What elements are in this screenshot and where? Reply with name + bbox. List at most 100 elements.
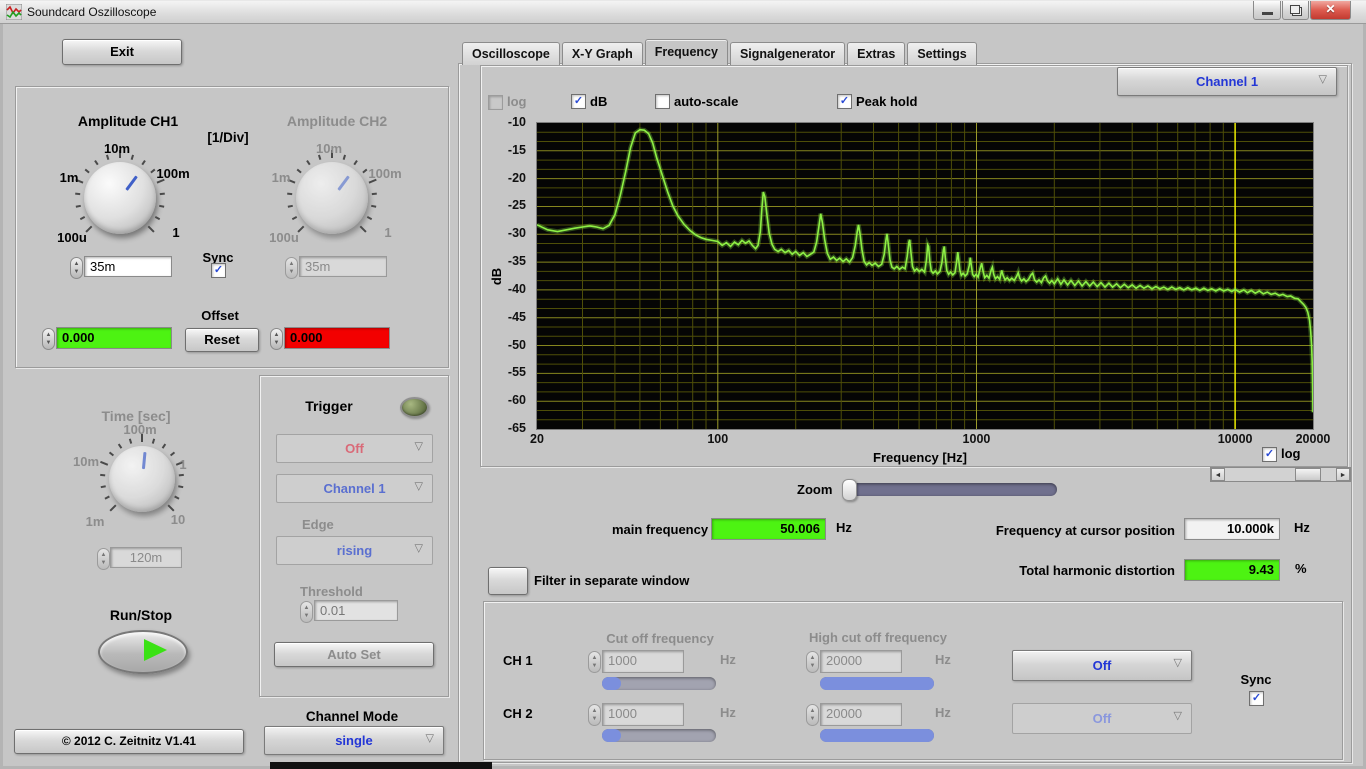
amplitude-ch2-value[interactable]: 35m (299, 256, 387, 277)
autoscale-checkbox[interactable] (655, 94, 670, 109)
ch1-filter-mode-dropdown[interactable]: Off ▽ (1012, 650, 1192, 681)
y-tick-label: -25 (507, 198, 526, 213)
copyright-bar: © 2012 C. Zeitnitz V1.41 (14, 729, 244, 754)
knob-tick-label: 1 (179, 457, 187, 472)
close-button[interactable]: ✕ (1310, 1, 1351, 20)
tab-signalgenerator[interactable]: Signalgenerator (729, 42, 846, 65)
peakhold-checkbox-label: Peak hold (856, 94, 918, 109)
channel-mode-dropdown[interactable]: single ▽ (264, 726, 444, 755)
ch2-cutoff-unit: Hz (720, 705, 736, 720)
highcut-header: High cut off frequency (809, 630, 947, 645)
time-value[interactable]: 120m (110, 547, 182, 568)
ch2-highcut-value[interactable]: 20000 (820, 703, 902, 726)
graph-scrollbar[interactable]: ◄ ► (1210, 467, 1351, 482)
knob-tick-label: 100m (368, 166, 402, 181)
ch1-cutoff-value[interactable]: 1000 (602, 650, 684, 673)
autoscale-checkbox-label: auto-scale (674, 94, 739, 109)
y-tick-label: -45 (507, 309, 526, 324)
channel-select-dropdown[interactable]: Channel 1 ▽ (1117, 67, 1337, 96)
log-checkbox-label: log (507, 94, 527, 109)
y-tick-label: -40 (507, 281, 526, 296)
exit-button[interactable]: Exit (62, 39, 182, 65)
ch1-highcut-spinner[interactable]: ▲ ▼ (806, 651, 819, 673)
ch1-cutoff-spinner[interactable]: ▲ ▼ (588, 651, 601, 673)
chevron-down-icon: ▽ (425, 731, 434, 744)
ch1-highcut-value[interactable]: 20000 (820, 650, 902, 673)
filter-window-button[interactable] (488, 567, 528, 595)
amplitude-ch2-spinner[interactable]: ▲ ▼ (285, 257, 298, 279)
db-checkbox[interactable]: ✓ (571, 94, 586, 109)
filter-sync-checkbox[interactable]: ✓ (1249, 691, 1264, 706)
app-icon (6, 4, 22, 20)
tab-bar: Oscilloscope X-Y Graph Frequency Signalgene… (462, 39, 979, 65)
minimize-icon (1262, 12, 1273, 15)
ch2-filter-mode-dropdown[interactable]: Off ▽ (1012, 703, 1192, 734)
thd-label: Total harmonic distortion (1019, 563, 1175, 578)
scroll-left-icon[interactable]: ◄ (1211, 468, 1225, 481)
y-axis-labels: -10 -15 -20 -25 -30 -35 -40 -45 -50 -55 -60 -65 (486, 115, 532, 435)
peakhold-checkbox[interactable]: ✓ (837, 94, 852, 109)
channel-mode-label: Channel Mode (305, 709, 399, 724)
db-checkbox-label: dB (590, 94, 608, 109)
ch2-highcut-spinner[interactable]: ▲ ▼ (806, 704, 819, 726)
knob-tick-label: 10 (170, 512, 186, 527)
scrollbar-thumb[interactable] (1295, 468, 1321, 481)
minimize-button[interactable] (1253, 1, 1281, 20)
x-tick-label: 20 (530, 432, 544, 446)
spectrum-plot[interactable] (536, 122, 1314, 430)
ch1-highcut-slider[interactable] (820, 677, 934, 690)
amplitude-ch1-spinner[interactable]: ▲ ▼ (70, 257, 83, 279)
x-tick-label: 20000 (1295, 432, 1331, 446)
amplitude-ch1-value[interactable]: 35m (84, 256, 172, 277)
ch1-cutoff-slider[interactable] (602, 677, 716, 690)
trigger-edge-dropdown[interactable]: rising ▽ (276, 536, 433, 565)
y-tick-label: -55 (507, 365, 526, 380)
y-tick-label: -30 (507, 226, 526, 241)
edge-label: Edge (302, 517, 334, 532)
offset-ch2-spinner[interactable]: ▲ ▼ (270, 328, 283, 350)
tab-settings[interactable]: Settings (907, 42, 977, 65)
knob-tick-label: 1m (271, 170, 291, 185)
y-tick-label: -35 (507, 254, 526, 269)
knob-tick-label: 10m (72, 454, 100, 469)
runstop-label: Run/Stop (109, 607, 173, 623)
chevron-down-icon: ▽ (1173, 709, 1182, 722)
main-frequency-label: main frequency (612, 522, 709, 537)
title-bar: Soundcard Oszilloscope ✕ (0, 1, 1366, 24)
ch1-cutoff-unit: Hz (720, 652, 736, 667)
scroll-right-icon[interactable]: ► (1336, 468, 1350, 481)
time-spinner[interactable]: ▲ ▼ (97, 548, 110, 570)
x-axis-title: Frequency [Hz] (873, 450, 967, 465)
offset-label: Offset (201, 308, 239, 323)
ch2-cutoff-slider[interactable] (602, 729, 716, 742)
x-tick-label: 10000 (1217, 432, 1253, 446)
offset-ch1-spinner[interactable]: ▲ ▼ (42, 328, 55, 350)
tab-oscilloscope[interactable]: Oscilloscope (462, 42, 560, 65)
filter-ch1-label: CH 1 (503, 653, 533, 668)
offset-ch1-value[interactable]: 0.000 (56, 327, 172, 349)
trigger-mode-dropdown[interactable]: Off ▽ (276, 434, 433, 463)
trigger-source-dropdown[interactable]: Channel 1 ▽ (276, 474, 433, 503)
chevron-down-icon: ▽ (414, 439, 423, 452)
ch2-cutoff-value[interactable]: 1000 (602, 703, 684, 726)
threshold-label: Threshold (300, 584, 363, 599)
tab-extras[interactable]: Extras (847, 42, 906, 65)
x-tick-label: 100 (707, 432, 729, 446)
threshold-value[interactable]: 0.01 (314, 600, 398, 621)
autoset-button[interactable]: Auto Set (274, 642, 434, 667)
restore-button[interactable] (1282, 1, 1309, 20)
xlog-checkbox[interactable]: ✓ (1262, 447, 1277, 462)
offset-reset-button[interactable]: Reset (185, 328, 259, 352)
ch2-cutoff-spinner[interactable]: ▲ ▼ (588, 704, 601, 726)
zoom-slider-handle[interactable] (842, 479, 857, 501)
zoom-slider[interactable] (842, 479, 1057, 501)
tab-xy-graph[interactable]: X-Y Graph (561, 42, 643, 65)
offset-ch2-value[interactable]: 0.000 (284, 327, 390, 349)
tab-frequency[interactable]: Frequency (644, 39, 728, 65)
threshold-spinner[interactable]: ▲ ▼ (300, 601, 313, 623)
log-checkbox[interactable] (488, 95, 503, 110)
trigger-led (400, 397, 429, 418)
amplitude-sync-checkbox[interactable]: ✓ (211, 263, 226, 278)
runstop-button[interactable] (98, 630, 188, 674)
ch2-highcut-slider[interactable] (820, 729, 934, 742)
